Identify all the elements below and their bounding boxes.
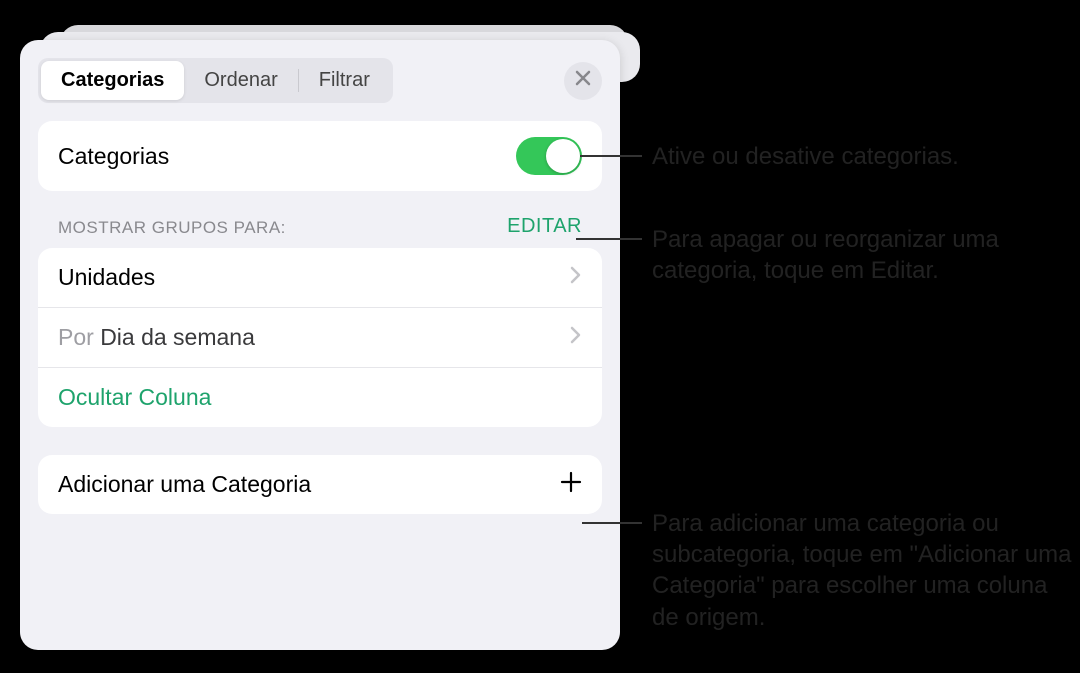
group-label: Unidades xyxy=(58,264,155,291)
group-prefix: Por xyxy=(58,324,100,350)
callout-line xyxy=(580,155,642,157)
close-icon xyxy=(575,70,591,91)
toggle-card: Categorias xyxy=(38,121,602,191)
panel-header: Categorias Ordenar Filtrar xyxy=(38,58,602,103)
callout-add: Para adicionar uma categoria ou subcateg… xyxy=(652,508,1072,633)
callout-line xyxy=(582,522,642,524)
callout-line xyxy=(576,238,642,240)
chevron-right-icon xyxy=(570,326,582,349)
group-label: Por Dia da semana xyxy=(58,324,255,351)
groups-section-header: MOSTRAR GRUPOS PARA: EDITAR xyxy=(38,191,602,248)
categories-panel: Categorias Ordenar Filtrar Categorias MO… xyxy=(20,40,620,650)
group-row-dia-semana[interactable]: Por Dia da semana xyxy=(38,307,602,367)
tab-label: Filtrar xyxy=(319,69,370,91)
add-category-card: Adicionar uma Categoria xyxy=(38,455,602,514)
categories-toggle-row: Categorias xyxy=(38,121,602,191)
toggle-label: Categorias xyxy=(58,143,169,170)
edit-button[interactable]: EDITAR xyxy=(507,215,582,238)
tab-ordenar[interactable]: Ordenar xyxy=(184,61,297,100)
chevron-right-icon xyxy=(570,266,582,289)
hide-column-label: Ocultar Coluna xyxy=(58,384,211,411)
tab-categorias[interactable]: Categorias xyxy=(41,61,184,100)
groups-header-label: MOSTRAR GRUPOS PARA: xyxy=(58,218,286,238)
hide-column-row[interactable]: Ocultar Coluna xyxy=(38,367,602,427)
close-button[interactable] xyxy=(564,62,602,100)
tab-label: Ordenar xyxy=(204,69,277,91)
tab-label: Categorias xyxy=(61,69,164,91)
group-value: Dia da semana xyxy=(100,324,255,350)
groups-card: Unidades Por Dia da semana Ocultar Colun… xyxy=(38,248,602,427)
section-gap xyxy=(38,427,602,455)
add-category-label: Adicionar uma Categoria xyxy=(58,471,311,498)
add-category-row[interactable]: Adicionar uma Categoria xyxy=(38,455,602,514)
tab-filtrar[interactable]: Filtrar xyxy=(299,61,390,100)
categories-toggle[interactable] xyxy=(516,137,582,175)
plus-icon xyxy=(560,471,582,498)
callout-toggle: Ative ou desative categorias. xyxy=(652,141,959,172)
group-row-unidades[interactable]: Unidades xyxy=(38,248,602,307)
segmented-control: Categorias Ordenar Filtrar xyxy=(38,58,393,103)
toggle-knob xyxy=(546,139,580,173)
callout-edit: Para apagar ou reorganizar uma categoria… xyxy=(652,224,1072,286)
